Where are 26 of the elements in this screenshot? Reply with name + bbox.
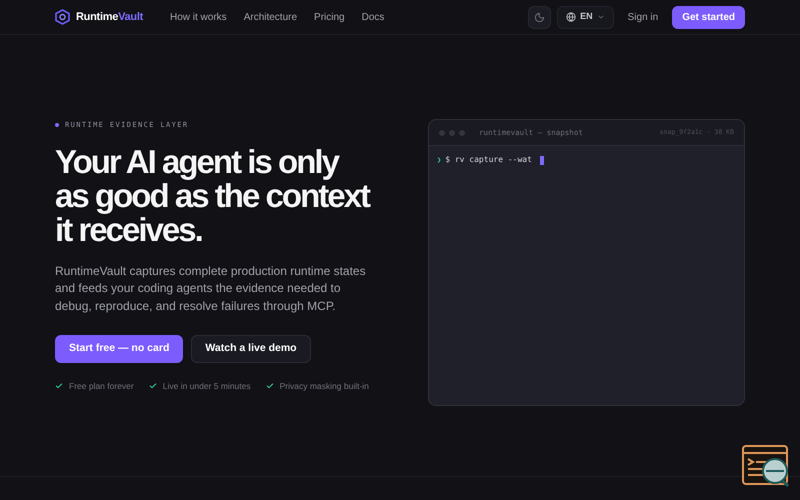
hero-description: RuntimeVault captures complete production runtime states and feeds your coding agents the evidence needed to debug, reproduce, and resolve failures through MCP. [55, 262, 367, 314]
start-free-button[interactable]: Start free — no card [55, 335, 184, 363]
brand-name[interactable]: RuntimeVault [76, 8, 143, 26]
sign-in-link[interactable]: Sign in [628, 10, 658, 24]
language-button[interactable]: EN [557, 6, 614, 28]
feature-label: Privacy masking built-in [280, 380, 369, 393]
globe-icon [566, 12, 576, 22]
terminal-command: $ rv capture --wat [445, 154, 532, 166]
nav-link[interactable]: How it works [170, 10, 227, 24]
feature-label: Live in under 5 minutes [162, 380, 251, 393]
terminal-search-icon[interactable] [742, 445, 790, 487]
nav-link[interactable]: Docs [362, 10, 384, 24]
check-icon [266, 382, 274, 390]
watch-demo-button[interactable]: Watch a live demo [191, 335, 311, 363]
hero-heading: Your AI agent is only as good as the context it receives. [55, 144, 371, 246]
feature-label: Free plan forever [69, 380, 134, 393]
check-icon [55, 382, 63, 390]
check-icon [148, 382, 157, 390]
nav-link[interactable]: Pricing [314, 10, 345, 24]
moon-icon [534, 12, 546, 22]
chevron-down-icon [596, 13, 605, 21]
nav-link[interactable]: Architecture [244, 10, 298, 24]
theme-toggle-button[interactable] [528, 6, 552, 28]
text-cursor [540, 156, 544, 164]
logo-icon [55, 9, 70, 25]
get-started-button[interactable]: Get started [672, 6, 745, 28]
